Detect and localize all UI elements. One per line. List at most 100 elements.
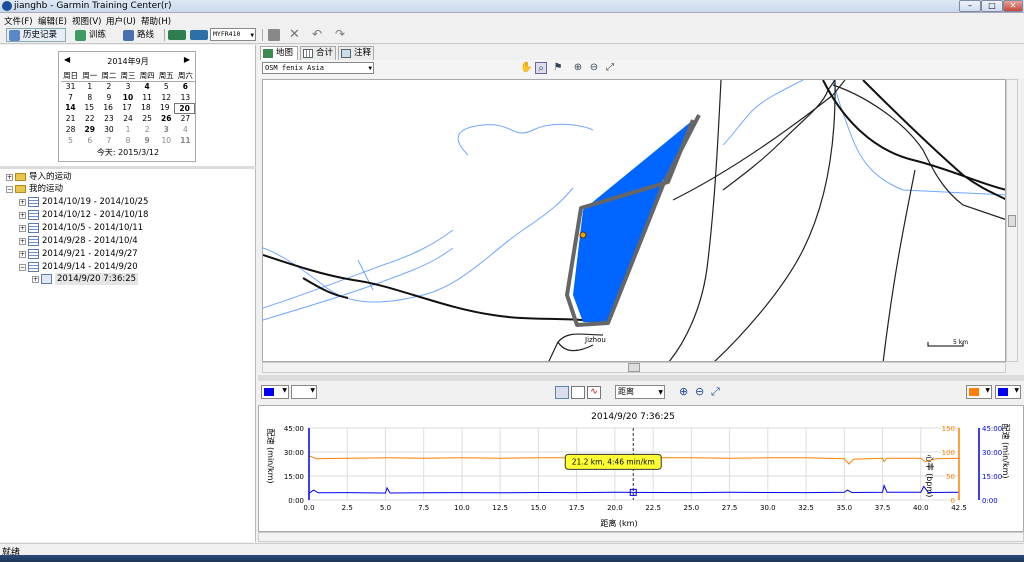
chart-toolbar: ▼ ▼ ∿ 距离 ▼ ⊕ ⊖ ⤢ ▼ ▼ <box>258 381 1024 405</box>
pan-hand-icon[interactable]: ✋ <box>520 62 532 74</box>
expand-icon[interactable]: + <box>19 225 26 232</box>
minimize-button[interactable]: – <box>959 0 981 12</box>
calendar-day[interactable]: 5 <box>61 136 80 147</box>
map-vertical-scrollbar[interactable] <box>1006 79 1018 362</box>
tab-map[interactable]: 地图 <box>260 46 298 60</box>
copy-icon[interactable] <box>268 29 280 41</box>
redo-icon[interactable]: ↷ <box>335 27 345 41</box>
calendar-day-selected[interactable]: 20 <box>174 103 196 115</box>
chart-scrollbar[interactable] <box>258 532 1024 542</box>
collapse-icon[interactable]: − <box>6 186 13 193</box>
map-horizontal-scrollbar[interactable] <box>262 362 1006 373</box>
calendar-day[interactable]: 6 <box>176 82 195 93</box>
calendar-day[interactable]: 3 <box>157 125 176 136</box>
calendar-day[interactable]: 21 <box>61 114 80 125</box>
zoom-select-icon[interactable]: ⌕ <box>535 62 547 74</box>
calendar-day[interactable]: 26 <box>157 114 176 125</box>
calendar-day[interactable]: 29 <box>80 125 99 136</box>
history-button[interactable]: 历史记录 <box>6 28 66 42</box>
zoom-fit-icon[interactable]: ⤢ <box>711 385 720 399</box>
calendar-day[interactable]: 3 <box>118 82 137 93</box>
calendar-day[interactable]: 13 <box>176 93 195 104</box>
calendar-day[interactable]: 16 <box>99 103 118 114</box>
close-button[interactable]: ✕ <box>1003 0 1023 12</box>
calendar-day[interactable]: 11 <box>138 93 157 104</box>
weekday: 周四 <box>139 71 155 80</box>
calendar-day[interactable]: 22 <box>80 114 99 125</box>
map-source-select[interactable]: OSM fenix Asia ▼ <box>262 62 374 74</box>
calendar-today[interactable]: 今天: 2015/3/12 <box>59 147 197 158</box>
calendar-day[interactable]: 9 <box>99 93 118 104</box>
send-to-device-icon[interactable] <box>190 30 208 40</box>
calendar-day[interactable]: 31 <box>61 82 80 93</box>
zoom-in-icon[interactable]: ⊕ <box>572 62 584 74</box>
next-month-arrow-icon[interactable]: ▶ <box>184 55 190 64</box>
calendar-day[interactable]: 18 <box>136 103 155 114</box>
training-button[interactable]: 训练 <box>72 28 112 42</box>
left-series-select[interactable]: ▼ <box>291 385 317 399</box>
courses-button[interactable]: 路线 <box>120 28 160 42</box>
table-view-icon[interactable] <box>571 386 585 399</box>
calendar-day[interactable]: 8 <box>118 136 137 147</box>
calendar-day[interactable]: 23 <box>99 114 118 125</box>
delete-icon[interactable]: ✕ <box>289 27 300 42</box>
calendar-day[interactable]: 24 <box>118 114 137 125</box>
expand-icon[interactable]: + <box>19 251 26 258</box>
undo-icon[interactable]: ↶ <box>312 27 322 41</box>
calendar-day[interactable]: 8 <box>80 93 99 104</box>
zoom-fit-icon[interactable]: ⤢ <box>604 62 616 74</box>
calendar-day[interactable]: 6 <box>80 136 99 147</box>
calendar-day[interactable]: 19 <box>155 103 174 114</box>
calendar-day[interactable]: 10 <box>157 136 176 147</box>
calendar-day[interactable]: 25 <box>138 114 157 125</box>
collapse-icon[interactable]: − <box>19 264 26 271</box>
calendar-day[interactable]: 30 <box>99 125 118 136</box>
flag-icon[interactable]: ⚑ <box>552 62 564 74</box>
left-series-color-select[interactable]: ▼ <box>261 385 289 399</box>
right2-series-color-select[interactable]: ▼ <box>995 385 1021 399</box>
grid-toggle-icon[interactable] <box>555 386 569 399</box>
calendar-day[interactable]: 7 <box>61 93 80 104</box>
calendar-day[interactable]: 2 <box>138 125 157 136</box>
calendar-day[interactable]: 14 <box>61 103 80 114</box>
calendar-day[interactable]: 27 <box>176 114 195 125</box>
expand-icon[interactable]: + <box>32 276 39 283</box>
calendar-day[interactable]: 7 <box>99 136 118 147</box>
calendar-day[interactable]: 2 <box>99 82 118 93</box>
zoom-out-icon[interactable]: ⊖ <box>588 62 600 74</box>
expand-icon[interactable]: + <box>6 174 13 181</box>
track-start-marker[interactable] <box>579 231 587 239</box>
receive-from-device-icon[interactable] <box>168 30 186 40</box>
calendar-day[interactable]: 1 <box>118 125 137 136</box>
right-series-color-select[interactable]: ▼ <box>966 385 992 399</box>
calendar-day[interactable]: 17 <box>118 103 137 114</box>
zoom-in-icon[interactable]: ⊕ <box>679 385 688 398</box>
calendar-day[interactable]: 10 <box>118 93 137 104</box>
tab-totals[interactable]: 合计 <box>300 46 336 60</box>
calendar-day[interactable]: 4 <box>176 125 195 136</box>
calendar-day[interactable]: 1 <box>80 82 99 93</box>
expand-icon[interactable]: + <box>19 212 26 219</box>
calendar-day[interactable]: 4 <box>138 82 157 93</box>
calendar-day[interactable]: 15 <box>80 103 99 114</box>
folder-icon <box>15 173 26 181</box>
x-axis-select[interactable]: 距离 ▼ <box>615 385 665 399</box>
map-view[interactable]: Jizhou 5 km <box>262 79 1006 362</box>
expand-icon[interactable]: + <box>19 199 26 206</box>
chart-line-icon[interactable]: ∿ <box>587 386 601 399</box>
calendar-day[interactable]: 12 <box>157 93 176 104</box>
scroll-thumb[interactable] <box>628 363 640 372</box>
calendar-day[interactable]: 28 <box>61 125 80 136</box>
left-pane-splitter[interactable] <box>0 166 256 169</box>
calendar-day[interactable]: 5 <box>157 82 176 93</box>
maximize-button[interactable]: □ <box>981 0 1003 12</box>
calendar-day[interactable]: 11 <box>176 136 195 147</box>
calendar-day[interactable]: 9 <box>138 136 157 147</box>
chart-pane[interactable]: 0.0 2.5 5.0 7.5 10.0 12.5 15.0 17.5 20.0 22.5 25.0… <box>258 405 1024 532</box>
tab-notes[interactable]: 注释 <box>338 46 374 60</box>
zoom-out-icon[interactable]: ⊖ <box>695 385 704 398</box>
expand-icon[interactable]: + <box>19 238 26 245</box>
weekday: 周六 <box>177 71 193 80</box>
device-select[interactable]: MYFR410 ▼ <box>210 28 256 41</box>
scroll-thumb[interactable] <box>1008 215 1016 227</box>
